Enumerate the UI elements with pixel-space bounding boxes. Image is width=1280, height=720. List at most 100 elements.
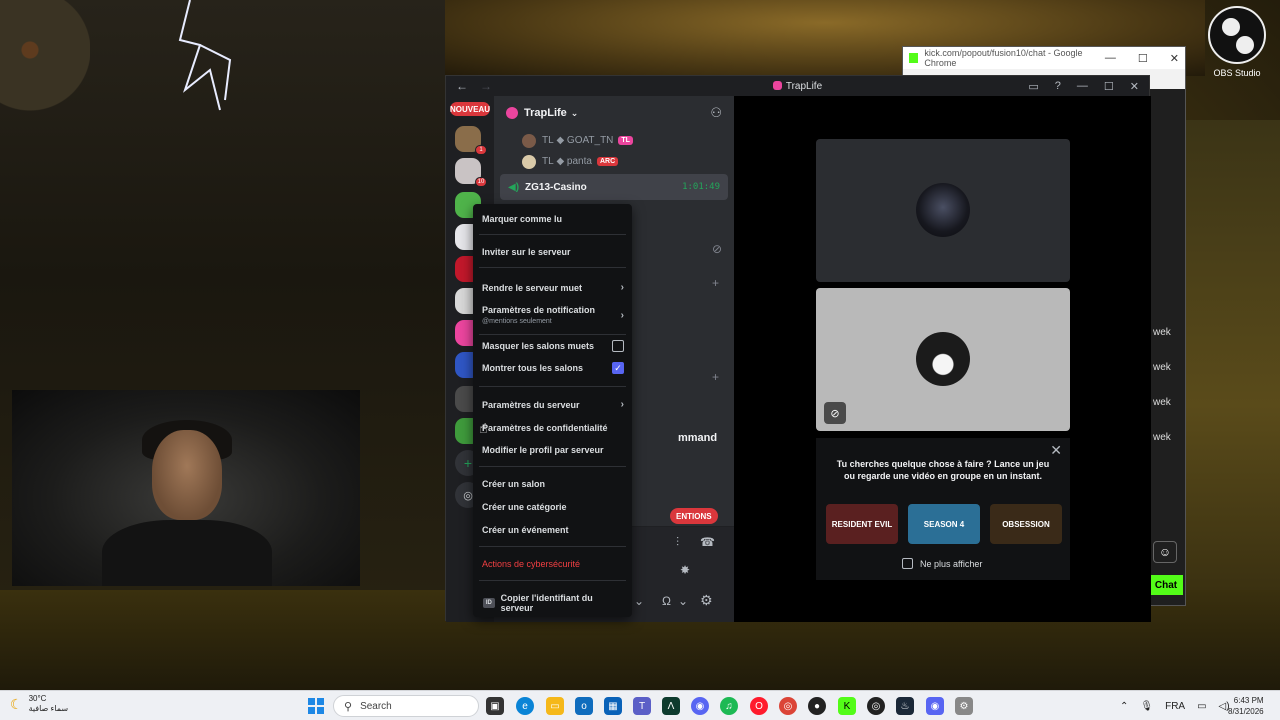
skull-figure — [0, 0, 90, 220]
close-button[interactable]: ✕ — [1130, 80, 1139, 93]
windows-start-icon[interactable] — [308, 698, 324, 714]
close-button[interactable]: ✕ — [1170, 52, 1179, 65]
server-icon[interactable]: 1 — [455, 126, 487, 155]
noise-suppression-icon[interactable]: ⫶ — [676, 535, 679, 550]
menu-item-hide-muted[interactable]: Masquer les salons muets — [482, 340, 624, 352]
obs-taskbar-icon[interactable]: ● — [808, 697, 826, 715]
spotify-icon[interactable]: ♫ — [720, 697, 738, 715]
avatar — [522, 133, 536, 148]
mentions-pill[interactable]: ENTIONS — [670, 508, 718, 524]
minimize-button[interactable]: — — [1105, 52, 1116, 65]
menu-item-mark-read[interactable]: Marquer comme lu — [482, 214, 624, 224]
menu-item-privacy[interactable]: Paramètres de confidentialité — [482, 423, 624, 433]
voice-user[interactable]: TL ◆ panta ARC — [494, 151, 734, 172]
teams-icon[interactable]: T — [633, 697, 651, 715]
weather-widget[interactable]: ☾ 30°C سماء صافية — [10, 694, 68, 714]
task-view-icon[interactable]: ▣ — [486, 697, 504, 715]
settings-gear-icon[interactable]: ⚙ — [700, 592, 713, 609]
file-explorer-icon[interactable]: ▭ — [546, 697, 564, 715]
back-arrow-icon[interactable]: ← — [456, 79, 468, 93]
chevron-down-icon[interactable]: ⌄ — [678, 594, 688, 608]
chevron-right-icon: › — [620, 282, 624, 293]
chevron-right-icon: › — [620, 399, 624, 410]
opera-icon[interactable]: O — [750, 697, 768, 715]
activity-thumbnail[interactable]: OBSESSION — [990, 504, 1062, 544]
server-name: TrapLife — [524, 107, 567, 119]
role-tag: ARC — [596, 157, 619, 166]
chat-item: wek — [1153, 397, 1171, 408]
chrome-titlebar[interactable]: kick.com/popout/fusion10/chat - Google C… — [903, 47, 1185, 69]
activity-thumbnail[interactable]: SEASON 4 — [908, 504, 980, 544]
menu-item-security-actions[interactable]: Actions de cybersécurité — [482, 559, 624, 569]
obs-studio-shortcut[interactable]: OBS Studio — [1206, 6, 1268, 78]
checkbox-checked-icon[interactable]: ✓ — [612, 362, 624, 374]
kick-icon[interactable]: K — [838, 697, 856, 715]
close-icon[interactable]: ✕ — [1050, 442, 1062, 459]
mic-muted-icon[interactable]: ⊘ — [712, 242, 722, 256]
steam-icon[interactable]: ♨ — [896, 697, 914, 715]
taskbar-search[interactable]: ⚲ Search — [333, 695, 479, 717]
menu-item-create-category[interactable]: Créer une catégorie — [482, 502, 624, 512]
server-icon[interactable]: 10 — [455, 158, 487, 187]
store-icon[interactable]: ▦ — [604, 697, 622, 715]
chat-send-button[interactable]: Chat — [1149, 575, 1183, 595]
emoji-button[interactable]: ☺ — [1153, 541, 1177, 563]
add-channel-icon[interactable]: + — [712, 370, 719, 384]
settings-icon[interactable]: ⚙ — [955, 697, 973, 715]
outlook-icon[interactable]: o — [575, 697, 593, 715]
inbox-icon[interactable]: ▭ — [1028, 80, 1038, 93]
checkbox[interactable] — [612, 340, 624, 352]
avatar — [916, 183, 970, 237]
server-icon — [772, 80, 782, 90]
menu-item-notification-settings[interactable]: Paramètres de notification @mentions seu… — [482, 305, 624, 325]
search-icon: ⚲ — [344, 700, 353, 713]
chrome-alt-icon[interactable]: ◎ — [867, 697, 885, 715]
invite-member-icon[interactable]: ⚇ — [710, 105, 722, 121]
microphone-icon[interactable]: 🎙 — [1140, 701, 1153, 712]
edge-icon[interactable]: e — [516, 697, 534, 715]
system-tray: ⌃ 🎙 FRA ▭ ◁) — [1120, 691, 1230, 720]
add-channel-icon[interactable]: + — [712, 276, 719, 290]
menu-item-copy-id[interactable]: ID Copier l'identifiant du serveur — [483, 593, 624, 613]
menu-item-show-all[interactable]: Montrer tous les salons ✓ — [482, 362, 624, 374]
dont-show-checkbox[interactable]: Ne plus afficher — [902, 558, 982, 569]
mouse-cursor-icon: ☝ — [479, 420, 488, 436]
menu-item-server-settings[interactable]: Paramètres du serveur › — [482, 399, 624, 410]
discord-active-icon[interactable]: ◉ — [926, 697, 944, 715]
activity-thumbnail[interactable]: RESIDENT EVIL — [826, 504, 898, 544]
disconnect-icon[interactable]: ☎ — [700, 535, 715, 549]
chrome-icon[interactable]: ◎ — [779, 697, 797, 715]
participant-tile[interactable]: ⊘ — [816, 288, 1070, 431]
headphones-icon[interactable]: Ω — [662, 594, 671, 608]
server-header[interactable]: TrapLife ⌄ ⚇ — [494, 96, 734, 130]
app-icon[interactable]: Λ — [662, 697, 680, 715]
help-icon[interactable]: ? — [1055, 80, 1061, 93]
channel-name-fragment[interactable]: mmand — [678, 432, 717, 444]
minimize-button[interactable]: — — [1077, 80, 1088, 93]
forward-arrow-icon[interactable]: → — [480, 79, 492, 93]
activity-icon[interactable]: ✸ — [680, 563, 690, 577]
maximize-button[interactable]: ☐ — [1138, 52, 1148, 65]
role-tag: TL — [618, 136, 633, 145]
checkbox[interactable] — [902, 558, 913, 569]
clock[interactable]: 6:43 PM 8/31/2026 — [1228, 695, 1264, 717]
menu-item-create-channel[interactable]: Créer un salon — [482, 479, 624, 489]
discord-titlebar[interactable]: ← → TrapLife ▭ ? — ☐ ✕ — [446, 76, 1149, 96]
participant-tile[interactable] — [816, 139, 1070, 282]
chevron-down-icon[interactable]: ⌄ — [634, 594, 644, 608]
maximize-button[interactable]: ☐ — [1104, 80, 1114, 93]
language-indicator[interactable]: FRA — [1165, 701, 1185, 712]
voice-user[interactable]: TL ◆ GOAT_TN TL — [494, 130, 734, 151]
network-icon[interactable]: ▭ — [1197, 701, 1206, 712]
menu-item-invite[interactable]: Inviter sur le serveur — [482, 247, 624, 257]
menu-item-mute-server[interactable]: Rendre le serveur muet › — [482, 282, 624, 293]
activity-suggestion-panel: ✕ Tu cherches quelque chose à faire ? La… — [816, 438, 1070, 580]
new-badge[interactable]: NOUVEAU — [450, 102, 490, 116]
server-logo-icon — [506, 107, 518, 119]
menu-item-create-event[interactable]: Créer un événement — [482, 525, 624, 535]
discord-icon[interactable]: ◉ — [691, 697, 709, 715]
weather-temp: 30°C — [28, 694, 47, 703]
menu-item-edit-profile[interactable]: Modifier le profil par serveur — [482, 445, 624, 455]
chevron-up-icon[interactable]: ⌃ — [1120, 701, 1128, 712]
voice-channel-row[interactable]: ◀) ZG13-Casino 1:01:49 — [500, 174, 728, 200]
